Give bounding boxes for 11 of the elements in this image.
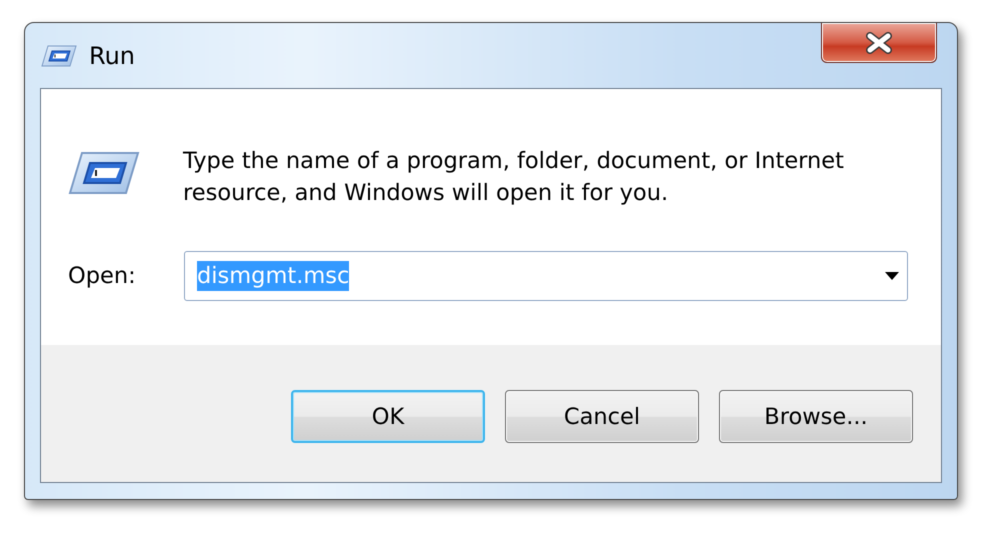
cancel-button[interactable]: Cancel	[505, 390, 699, 443]
browse-button[interactable]: Browse...	[719, 390, 913, 443]
instruction-text: Type the name of a program, folder, document, or Internet resource, and Windows will open it for you.	[183, 147, 845, 208]
window-title: Run	[89, 42, 136, 70]
run-icon	[41, 44, 77, 66]
open-label: Open:	[68, 263, 137, 289]
dropdown-caret-icon[interactable]	[885, 272, 899, 280]
close-icon	[864, 32, 894, 54]
close-button[interactable]	[821, 23, 937, 63]
run-program-icon	[68, 151, 140, 195]
ok-button[interactable]: OK	[291, 390, 485, 443]
